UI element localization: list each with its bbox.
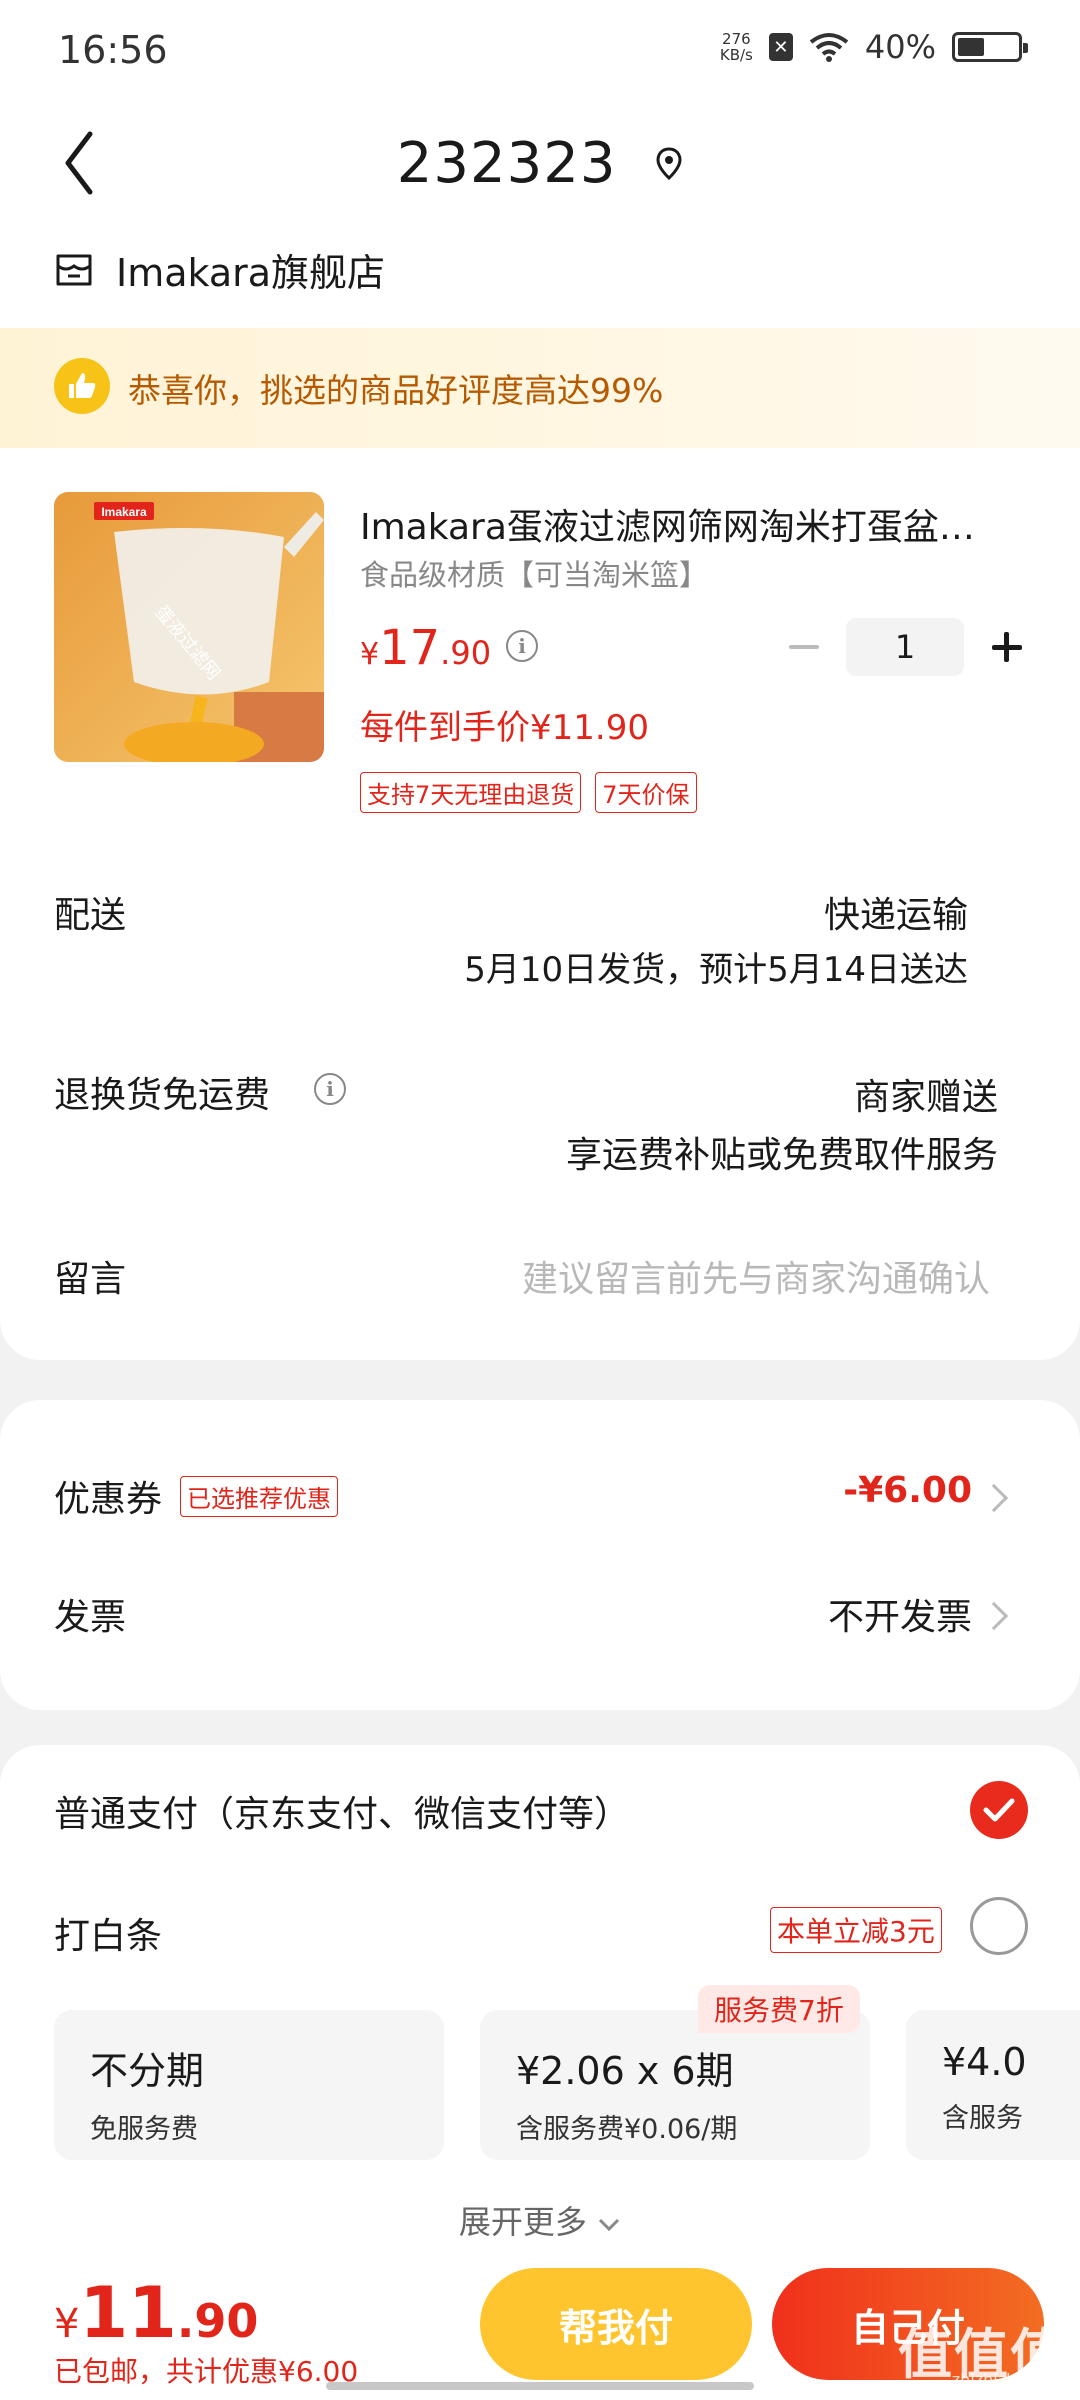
baitiao-tag: 本单立减3元 [770,1907,942,1953]
invoice-label: 发票 [54,1597,127,1638]
battery-percent: 40% [864,28,936,66]
delivery-method[interactable]: 快递运输 [824,886,968,938]
status-bar: 16:56 276 KB/s ✕ 40% [0,0,1080,100]
product-image[interactable]: Imakara 蛋液过滤网 [54,492,324,762]
increase-button[interactable] [982,618,1030,676]
status-icons: 276 KB/s ✕ 40% [719,28,1028,66]
product-price: ¥17.90 [360,620,492,676]
location-pin-icon [656,147,682,180]
shop-name: Imakara旗舰店 [116,251,386,295]
plan-option[interactable]: 不分期 免服务费 [54,2010,444,2160]
return-shipping-label: 退换货免运费 [54,1075,271,1116]
thumbs-up-icon [54,358,110,414]
net-speed: 276 KB/s [719,30,753,64]
banner-text: 恭喜你，挑选的商品好评度高达99% [128,371,664,410]
shop-icon [56,254,92,285]
payment-card: 普通支付（京东支付、微信支付等） 打白条 本单立减3元 不分期 免服务费 ¥2.… [0,1745,1080,2265]
address-title[interactable]: 232323 [0,128,1080,196]
invoice-value[interactable]: 不开发票 [828,1588,972,1640]
status-time: 16:56 [58,28,168,72]
quantity-value[interactable]: 1 [846,618,964,676]
plan-option[interactable]: ¥4.0 含服务 [906,2010,1080,2160]
coupon-tag: 已选推荐优惠 [180,1475,339,1517]
decrease-button[interactable] [780,618,828,676]
expand-more[interactable]: 展开更多 [0,2197,1080,2243]
order-card: Imakara旗舰店 恭喜你，挑选的商品好评度高达99% Imakara 蛋液过… [0,230,1080,1360]
delivery-label: 配送 [54,895,127,936]
service-tags: 支持7天无理由退货 7天价保 [360,772,697,813]
unit-price: 每件到手价¥11.90 [360,708,649,748]
wifi-icon [809,33,849,62]
return-shipping-detail: 享运费补贴或免费取件服务 [565,1135,998,1176]
message-input[interactable]: 建议留言前先与商家沟通确认 [522,1250,990,1302]
coupon-value[interactable]: -¥6.00 [843,1470,972,1511]
price-info-icon[interactable]: i [506,630,538,662]
coupon-label: 优惠券 [54,1479,163,1520]
plan-badge: 服务费7折 [698,1985,860,2033]
shop-row[interactable]: Imakara旗舰店 [54,242,385,297]
page-title: 232323 [396,131,617,197]
watermark-url: zhizhizhi.com [951,2370,1060,2389]
chevron-right-icon[interactable] [979,1601,1009,1631]
total-summary: 已包邮，共计优惠¥6.00 [54,2355,359,2388]
rating-banner: 恭喜你，挑选的商品好评度高达99% [0,328,1080,448]
baitiao-label[interactable]: 打白条 [54,1907,162,1959]
tag-price-protect: 7天价保 [595,772,697,813]
tag-7day-return: 支持7天无理由退货 [360,772,582,813]
battery-icon [952,32,1028,62]
product-title[interactable]: Imakara蛋液过滤网筛网淘米打蛋盆… [360,498,1030,550]
coupon-row[interactable]: 优惠券 已选推荐优惠 [54,1470,339,1522]
quantity-stepper: 1 [780,618,1030,676]
home-indicator[interactable] [326,2382,754,2390]
chevron-right-icon[interactable] [979,1483,1009,1513]
header: 232323 [0,100,1080,230]
return-info-icon[interactable]: i [314,1073,346,1105]
chevron-down-icon [599,2218,620,2232]
message-label: 留言 [54,1259,127,1300]
total-price: ¥11.90 [54,2272,259,2354]
checked-icon[interactable] [970,1781,1028,1839]
discount-card: 优惠券 已选推荐优惠 -¥6.00 发票 不开发票 [0,1400,1080,1710]
radio-unchecked-icon[interactable] [970,1897,1028,1955]
return-shipping-value: 商家赠送 [853,1077,998,1118]
no-sim-icon: ✕ [768,33,793,61]
help-pay-button[interactable]: 帮我付 [480,2268,752,2380]
product-subtitle: 食品级材质【可当淘米篮】 [360,558,709,592]
delivery-schedule[interactable]: 5月10日发货，预计5月14日送达 [464,942,968,991]
normal-pay-label[interactable]: 普通支付（京东支付、微信支付等） [54,1785,630,1837]
product-image-brand: Imakara [101,505,147,519]
